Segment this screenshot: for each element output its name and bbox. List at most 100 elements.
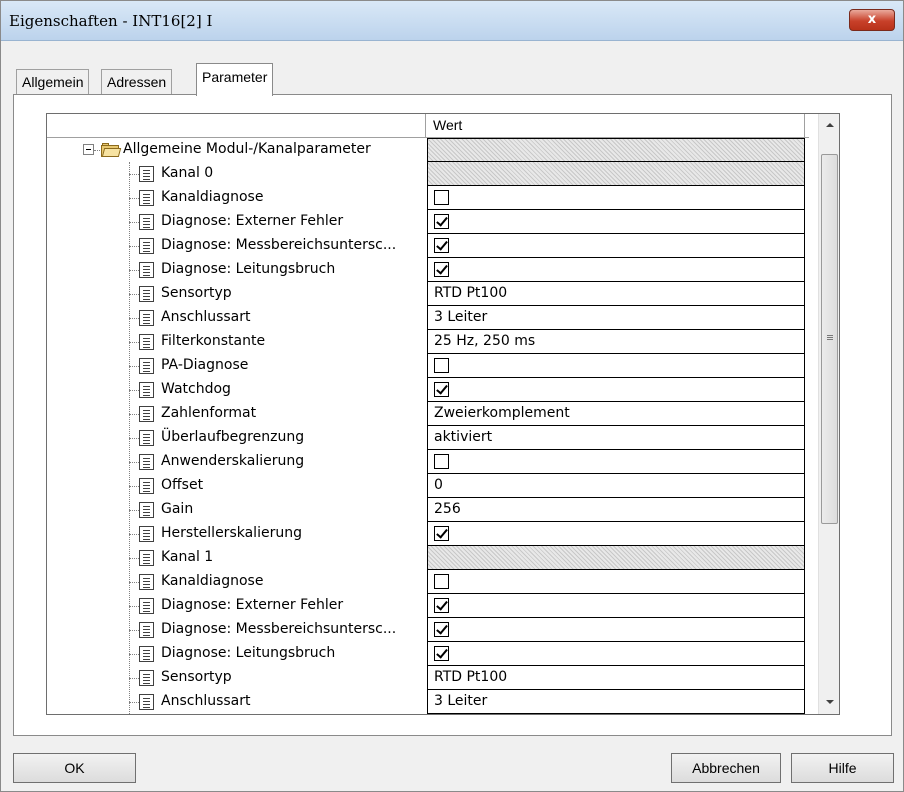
parameter-value: 3 Leiter	[434, 309, 488, 325]
scroll-down-arrow-icon[interactable]	[819, 690, 839, 714]
parameter-value-cell[interactable]: 3 Leiter	[427, 690, 805, 714]
checked-checkbox[interactable]	[434, 622, 449, 637]
close-button[interactable]: x	[849, 9, 895, 31]
parameter-row[interactable]: Diagnose: Leitungsbruch	[47, 258, 809, 282]
scroll-up-arrow-icon[interactable]	[819, 114, 839, 138]
parameter-row[interactable]: Diagnose: Messbereichsuntersc...	[47, 234, 809, 258]
parameter-row[interactable]: Filterkonstante 25 Hz, 250 ms	[47, 330, 809, 354]
cancel-button[interactable]: Abbrechen	[671, 753, 781, 783]
tab-adressen[interactable]: Adressen	[101, 69, 173, 95]
parameter-label: Diagnose: Leitungsbruch	[161, 645, 336, 661]
parameter-value-cell[interactable]: 0	[427, 474, 805, 498]
unchecked-checkbox[interactable]	[434, 454, 449, 469]
checked-checkbox[interactable]	[434, 526, 449, 541]
parameter-row[interactable]: Anwenderskalierung	[47, 450, 809, 474]
parameter-row[interactable]: Diagnose: Externer Fehler	[47, 594, 809, 618]
parameter-label: Zahlenformat	[161, 405, 257, 421]
parameter-row[interactable]: Gain 256	[47, 498, 809, 522]
checked-checkbox[interactable]	[434, 238, 449, 253]
parameter-value-cell[interactable]	[427, 618, 805, 642]
parameter-item-icon	[139, 334, 154, 350]
parameter-label: Watchdog	[161, 381, 231, 397]
parameter-item-icon	[139, 166, 154, 182]
parameter-item-icon	[139, 382, 154, 398]
parameter-row[interactable]: Anschlussart 3 Leiter	[47, 306, 809, 330]
parameter-value-cell[interactable]	[427, 522, 805, 546]
parameter-value: RTD Pt100	[434, 669, 508, 685]
value-column-header[interactable]: Wert	[433, 117, 462, 133]
unchecked-checkbox[interactable]	[434, 190, 449, 205]
parameter-row[interactable]: Watchdog	[47, 378, 809, 402]
parameter-row[interactable]: Kanal 1	[47, 546, 809, 570]
parameter-row[interactable]: Anschlussart 3 Leiter	[47, 690, 809, 714]
parameter-value-cell[interactable]	[427, 234, 805, 258]
parameter-value-cell[interactable]	[427, 378, 805, 402]
parameter-value-cell[interactable]	[427, 594, 805, 618]
parameter-value-cell[interactable]: RTD Pt100	[427, 282, 805, 306]
parameter-row[interactable]: Überlaufbegrenzung aktiviert	[47, 426, 809, 450]
parameter-value-cell[interactable]	[427, 186, 805, 210]
unchecked-checkbox[interactable]	[434, 358, 449, 373]
tab-allgemein[interactable]: Allgemein	[16, 69, 90, 95]
parameter-value-cell[interactable]: aktiviert	[427, 426, 805, 450]
parameter-row[interactable]: Diagnose: Messbereichsuntersc...	[47, 618, 809, 642]
close-icon: x	[867, 12, 877, 27]
parameter-value-cell[interactable]	[427, 642, 805, 666]
tree-connector	[129, 582, 139, 583]
parameter-row[interactable]: Offset 0	[47, 474, 809, 498]
checked-checkbox[interactable]	[434, 598, 449, 613]
parameter-row[interactable]: Herstellerskalierung	[47, 522, 809, 546]
parameter-value-cell[interactable]	[427, 354, 805, 378]
checked-checkbox[interactable]	[434, 262, 449, 277]
parameter-name-cell: Anschlussart	[47, 306, 427, 330]
parameter-value-cell[interactable]	[427, 258, 805, 282]
parameter-name-cell: Diagnose: Messbereichsuntersc...	[47, 618, 427, 642]
tree-connector	[129, 630, 139, 631]
ok-button[interactable]: OK	[13, 753, 136, 783]
parameter-value-cell[interactable]: Zweierkomplement	[427, 402, 805, 426]
parameter-label: Filterkonstante	[161, 333, 266, 349]
parameter-row[interactable]: Diagnose: Leitungsbruch	[47, 642, 809, 666]
parameter-row[interactable]: Zahlenformat Zweierkomplement	[47, 402, 809, 426]
scrollbar-thumb[interactable]	[821, 154, 838, 524]
unchecked-checkbox[interactable]	[434, 574, 449, 589]
parameter-row[interactable]: Kanaldiagnose	[47, 186, 809, 210]
checked-checkbox[interactable]	[434, 214, 449, 229]
tree-connector	[129, 654, 139, 655]
parameter-row[interactable]: PA-Diagnose	[47, 354, 809, 378]
parameter-row[interactable]: Diagnose: Externer Fehler	[47, 210, 809, 234]
parameter-name-cell: Diagnose: Externer Fehler	[47, 210, 427, 234]
parameter-value-cell[interactable]	[427, 450, 805, 474]
collapse-icon[interactable]	[83, 144, 94, 155]
parameter-value-cell[interactable]: 256	[427, 498, 805, 522]
tree-connector	[129, 342, 139, 343]
name-column-header[interactable]	[47, 114, 426, 137]
parameter-row[interactable]: Sensortyp RTD Pt100	[47, 666, 809, 690]
parameter-value: 25 Hz, 250 ms	[434, 333, 536, 349]
checked-checkbox[interactable]	[434, 646, 449, 661]
parameter-row[interactable]: Kanal 0	[47, 162, 809, 186]
parameter-name-cell: PA-Diagnose	[47, 354, 427, 378]
checked-checkbox[interactable]	[434, 382, 449, 397]
parameter-item-icon	[139, 262, 154, 278]
parameter-label: Diagnose: Externer Fehler	[161, 213, 344, 229]
parameter-value-cell[interactable]: RTD Pt100	[427, 666, 805, 690]
tree-connector	[129, 270, 139, 271]
parameter-value-cell[interactable]	[427, 210, 805, 234]
parameter-item-icon	[139, 550, 154, 566]
parameter-row[interactable]: Kanaldiagnose	[47, 570, 809, 594]
parameter-label: Kanal 0	[161, 165, 214, 181]
title-bar[interactable]: Eigenschaften - INT16[2] I x	[1, 1, 903, 41]
parameter-value-cell[interactable]: 25 Hz, 250 ms	[427, 330, 805, 354]
help-button[interactable]: Hilfe	[791, 753, 894, 783]
parameter-name-cell: Kanal 0	[47, 162, 427, 186]
tree-root-row[interactable]: Allgemeine Modul-/Kanalparameter	[47, 138, 809, 162]
parameter-value-cell[interactable]: 3 Leiter	[427, 306, 805, 330]
tab-parameter[interactable]: Parameter	[196, 63, 274, 96]
parameter-name-cell: Zahlenformat	[47, 402, 427, 426]
parameter-value-cell[interactable]	[427, 570, 805, 594]
vertical-scrollbar[interactable]	[818, 114, 839, 714]
parameter-item-icon	[139, 502, 154, 518]
parameter-row[interactable]: Sensortyp RTD Pt100	[47, 282, 809, 306]
parameter-value: Zweierkomplement	[434, 405, 570, 421]
